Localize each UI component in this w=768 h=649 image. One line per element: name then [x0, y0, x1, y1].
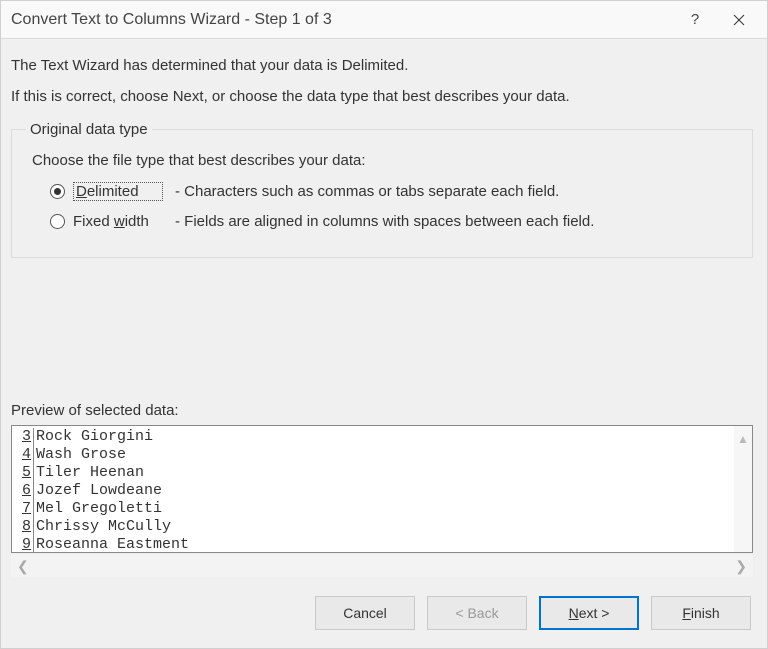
radio-fixed-width-desc: - Fields are aligned in columns with spa… — [175, 213, 594, 230]
radio-delimited[interactable]: Delimited - Characters such as commas or… — [50, 179, 742, 203]
back-button[interactable]: < Back — [427, 596, 527, 630]
preview-row: 4Wash Grose — [12, 446, 752, 464]
close-icon — [733, 14, 745, 26]
row-number: 3 — [12, 428, 34, 446]
row-text: Wash Grose — [34, 446, 126, 464]
radio-fixed-width-control[interactable] — [50, 214, 65, 229]
radio-delimited-label: Delimited — [73, 182, 163, 201]
dialog-title: Convert Text to Columns Wizard - Step 1 … — [11, 11, 673, 29]
cancel-button[interactable]: Cancel — [315, 596, 415, 630]
radio-delimited-desc: - Characters such as commas or tabs sepa… — [175, 183, 559, 200]
group-instruction: Choose the file type that best describes… — [32, 152, 742, 169]
preview-vertical-scrollbar[interactable]: ▲ — [734, 426, 752, 552]
help-button[interactable]: ? — [673, 5, 717, 35]
preview-rows: 3Rock Giorgini 4Wash Grose 5Tiler Heenan… — [12, 426, 752, 553]
radio-fixed-width[interactable]: Fixed width - Fields are aligned in colu… — [50, 209, 742, 233]
row-number: 8 — [12, 518, 34, 536]
intro-text-1: The Text Wizard has determined that your… — [11, 57, 753, 74]
preview-row: 8Chrissy McCully — [12, 518, 752, 536]
scroll-left-icon: ❮ — [17, 558, 29, 575]
row-text: Roseanna Eastment — [34, 536, 189, 553]
row-number: 9 — [12, 536, 34, 553]
titlebar: Convert Text to Columns Wizard - Step 1 … — [1, 1, 767, 39]
scroll-up-icon: ▲ — [737, 432, 749, 446]
radio-selected-dot-icon — [54, 188, 61, 195]
row-number: 4 — [12, 446, 34, 464]
dialog-content: The Text Wizard has determined that your… — [1, 39, 767, 584]
row-number: 6 — [12, 482, 34, 500]
group-legend: Original data type — [26, 121, 152, 138]
preview-row: 9Roseanna Eastment — [12, 536, 752, 553]
row-number: 7 — [12, 500, 34, 518]
row-text: Mel Gregoletti — [34, 500, 162, 518]
dialog-footer: Cancel < Back Next > Finish — [1, 584, 767, 648]
preview-row: 3Rock Giorgini — [12, 428, 752, 446]
finish-button[interactable]: Finish — [651, 596, 751, 630]
close-button[interactable] — [717, 5, 761, 35]
preview-row: 7Mel Gregoletti — [12, 500, 752, 518]
preview-row: 6Jozef Lowdeane — [12, 482, 752, 500]
row-text: Jozef Lowdeane — [34, 482, 162, 500]
row-text: Rock Giorgini — [34, 428, 153, 446]
intro-text-2: If this is correct, choose Next, or choo… — [11, 88, 753, 105]
next-button[interactable]: Next > — [539, 596, 639, 630]
text-to-columns-dialog: Convert Text to Columns Wizard - Step 1 … — [0, 0, 768, 649]
row-number: 5 — [12, 464, 34, 482]
preview-row: 5Tiler Heenan — [12, 464, 752, 482]
preview-horizontal-scrollbar[interactable]: ❮ ❯ — [11, 555, 753, 577]
original-data-type-group: Original data type Choose the file type … — [11, 121, 753, 258]
row-text: Chrissy McCully — [34, 518, 171, 536]
row-text: Tiler Heenan — [34, 464, 144, 482]
preview-label: Preview of selected data: — [11, 402, 753, 419]
scroll-right-icon: ❯ — [735, 558, 747, 575]
preview-box: 3Rock Giorgini 4Wash Grose 5Tiler Heenan… — [11, 425, 753, 553]
radio-delimited-control[interactable] — [50, 184, 65, 199]
radio-fixed-width-label: Fixed width — [73, 213, 163, 230]
